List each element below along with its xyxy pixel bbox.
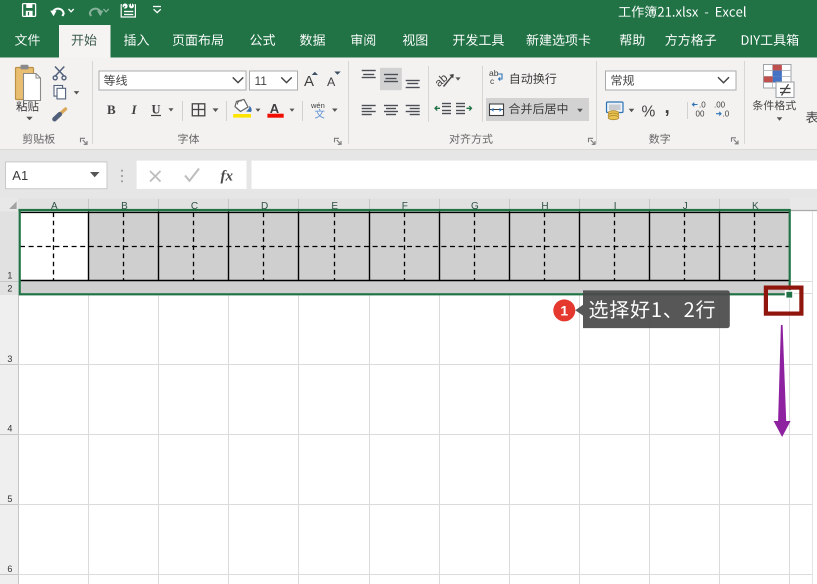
svg-text:00: 00 (696, 110, 705, 119)
svg-text:1: 1 (7, 271, 12, 281)
svg-text:6: 6 (7, 564, 12, 574)
svg-text:fx: fx (221, 169, 234, 185)
svg-text:U: U (152, 102, 161, 116)
svg-text:1: 1 (560, 303, 568, 319)
svg-text:A: A (304, 73, 314, 90)
svg-text:B: B (107, 102, 116, 117)
svg-text:,: , (665, 97, 670, 118)
svg-text:.00: .00 (714, 101, 726, 110)
svg-text:I: I (131, 102, 138, 117)
svg-text:5: 5 (7, 494, 12, 504)
svg-text:4: 4 (7, 424, 12, 434)
svg-text:A1: A1 (12, 168, 28, 183)
svg-text:.0: .0 (699, 101, 706, 110)
svg-text:11: 11 (255, 74, 268, 88)
svg-text:A: A (327, 75, 336, 89)
svg-text:%: % (642, 104, 656, 121)
svg-text:2: 2 (7, 284, 12, 294)
svg-text:wén: wén (310, 101, 325, 110)
svg-text:.0: .0 (723, 110, 730, 119)
svg-text:3: 3 (7, 354, 12, 364)
